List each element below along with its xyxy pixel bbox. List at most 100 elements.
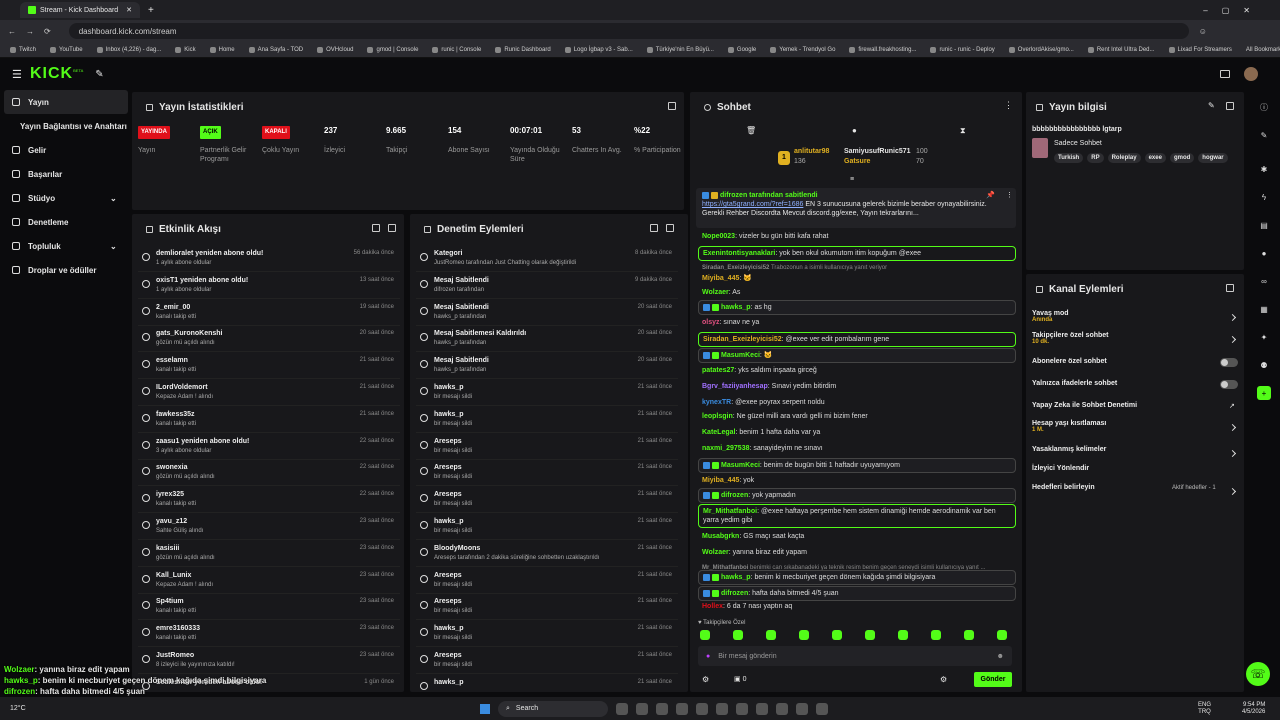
channel-action-item[interactable]: Yapay Zeka ile Sohbet Denetimi bbox=[1032, 402, 1137, 409]
chat-username[interactable]: Exenintontisyanaklari bbox=[703, 250, 775, 257]
back-icon[interactable]: ← bbox=[8, 27, 16, 36]
sidebar-item-0[interactable]: Yayın bbox=[4, 90, 128, 114]
list-item[interactable]: esselamn kanalı takip etti 21 saat önce bbox=[138, 353, 400, 380]
chat-message[interactable]: naxmi_297538: sanayideyim ne sınavı bbox=[698, 442, 1016, 455]
list-item[interactable]: Kall_Lunix Kepaze Adam ! alındı 23 saat ön… bbox=[138, 568, 400, 594]
chevron-down-icon[interactable]: ⌄ bbox=[110, 242, 117, 251]
popout-icon[interactable] bbox=[1226, 284, 1234, 292]
bookmark-item[interactable]: gmod | Console bbox=[367, 46, 418, 53]
list-item[interactable]: Areseps bir mesajı sildi 21 saat önce bbox=[416, 568, 678, 594]
send-button[interactable]: Gönder bbox=[974, 672, 1012, 687]
emote-icon[interactable] bbox=[898, 630, 908, 640]
channel-action-item[interactable]: İzleyici Yönlendir bbox=[1032, 465, 1089, 472]
chat-username[interactable]: olsyz bbox=[702, 319, 720, 326]
bookmark-item[interactable]: YouTube bbox=[50, 46, 83, 53]
tag-pill[interactable]: gmod bbox=[1169, 153, 1195, 163]
emote-icon[interactable] bbox=[832, 630, 842, 640]
emote-icon[interactable] bbox=[964, 630, 974, 640]
list-item[interactable]: hawks_p bir mesajı sildi 21 saat önce bbox=[416, 380, 678, 406]
chat-message[interactable]: kynexTR: @exee poyrax serpent noldu bbox=[698, 396, 1016, 409]
users-icon[interactable]: ⚉ bbox=[1257, 358, 1271, 372]
list-item[interactable]: hawks_p bir mesajı sildi 21 saat önce bbox=[416, 407, 678, 433]
chat-username[interactable]: Wolzaer bbox=[702, 549, 729, 556]
edit-icon[interactable]: ✎ bbox=[1208, 101, 1215, 110]
edit-icon[interactable]: ✎ bbox=[1257, 128, 1271, 142]
spotify-icon[interactable] bbox=[696, 702, 708, 715]
bug-icon[interactable]: ✱ bbox=[1257, 162, 1271, 176]
list-item[interactable]: oxisT1 yeniden abone oldu! 1 aylık abone … bbox=[138, 273, 400, 299]
chat-message[interactable]: Exenintontisyanaklari: yok ben okul okum… bbox=[698, 246, 1016, 261]
expand-icon[interactable]: ≡ bbox=[850, 176, 854, 183]
toggle-switch[interactable] bbox=[1220, 358, 1238, 367]
list-item[interactable]: swonexia gözün mü açıldı alındı 22 saat ön… bbox=[138, 460, 400, 487]
chat-input[interactable]: ● Bir mesaj gönderin ☻ bbox=[698, 646, 1012, 666]
list-item[interactable]: Mesaj Sabitlendi hawks_p tarafından 20 saa… bbox=[416, 353, 678, 380]
chat-username[interactable]: Bgrv_faziiyanhesap bbox=[702, 383, 768, 390]
github-icon[interactable] bbox=[736, 702, 748, 715]
list-item[interactable]: iyrex325 kanalı takip etti 22 saat önce bbox=[138, 487, 400, 514]
tag-pill[interactable]: Roleplay bbox=[1107, 153, 1141, 163]
sidebar-item-7[interactable]: Droplar ve ödüller bbox=[0, 258, 128, 282]
list-item[interactable]: emre3160333 kanalı takip etti 23 saat önce bbox=[138, 621, 400, 648]
chat-username[interactable]: KateLegal bbox=[702, 429, 735, 436]
chat-username[interactable]: difrozen bbox=[721, 492, 748, 499]
tag-pill[interactable]: Turkish bbox=[1054, 153, 1084, 163]
browser-tab[interactable]: Stream - Kick Dashboard ✕ bbox=[20, 2, 140, 18]
chat-username[interactable]: Miyiba_445 bbox=[702, 477, 739, 484]
steam-icon[interactable] bbox=[756, 702, 768, 715]
language-indicator[interactable]: ENG TRQ bbox=[1198, 702, 1211, 716]
chat-username[interactable]: kynexTR bbox=[702, 399, 731, 406]
bookmark-item[interactable]: Ana Sayfa - TOD bbox=[248, 46, 303, 53]
list-item[interactable]: 2_emir_00 kanalı takip etti 19 saat önce bbox=[138, 300, 400, 326]
bookmark-item[interactable]: Yemek - Trendyol Go bbox=[770, 46, 835, 53]
sidebar-item-3[interactable]: Başarılar bbox=[0, 162, 128, 186]
sidebar-item-5[interactable]: Denetleme bbox=[0, 210, 128, 234]
vscode-icon[interactable] bbox=[776, 702, 788, 715]
list-item[interactable]: Areseps bir mesajı sildi 21 saat önce bbox=[416, 434, 678, 460]
list-item[interactable]: Areseps bir mesajı sildi 21 saat önce bbox=[416, 460, 678, 487]
hourglass-icon[interactable]: ⧗ bbox=[960, 126, 966, 136]
store-icon[interactable] bbox=[636, 702, 648, 715]
address-bar[interactable]: dashboard.kick.com/stream bbox=[68, 23, 1189, 39]
chat-message[interactable]: Wolzaer: As bbox=[698, 286, 1016, 299]
chat-message[interactable]: Miyiba_445: yok bbox=[698, 474, 1016, 487]
emote-icon[interactable] bbox=[799, 630, 809, 640]
channel-action-item[interactable]: Takipçilere özel sohbet 10 dk. bbox=[1032, 332, 1109, 345]
reload-icon[interactable]: ⟳ bbox=[44, 27, 51, 36]
chat-username[interactable]: hawks_p bbox=[721, 574, 751, 581]
toggle-switch[interactable] bbox=[1220, 380, 1238, 389]
category-thumbnail[interactable] bbox=[1032, 138, 1048, 158]
chat-username[interactable]: hawks_p bbox=[721, 304, 751, 311]
kick-logo[interactable]: KICK bbox=[30, 65, 73, 83]
mic-icon[interactable]: ● bbox=[706, 653, 710, 660]
tag-pill[interactable]: RP bbox=[1087, 153, 1104, 163]
chrome-icon[interactable] bbox=[716, 702, 728, 715]
chat-message[interactable]: difrozen: yok yapmadın bbox=[698, 488, 1016, 503]
list-item[interactable]: Sp4tium kanalı takip etti 23 saat önce bbox=[138, 594, 400, 621]
app-icon[interactable] bbox=[816, 702, 828, 715]
bookmark-item[interactable]: Lixad For Streamers bbox=[1168, 46, 1232, 53]
bookmark-item[interactable]: Home bbox=[209, 46, 235, 53]
chat-message[interactable]: Hollex: 6 da 7 nası yaptın aq bbox=[698, 600, 1016, 613]
list-item[interactable]: BloodyMoons Areseps tarafından 2 dakika s… bbox=[416, 541, 678, 567]
list-item[interactable]: ILordVoldemort Kepaze Adam ! alındı 21 saa… bbox=[138, 380, 400, 406]
chat-username[interactable]: leoplsgin bbox=[702, 413, 733, 420]
channel-action-item[interactable]: Hesap yaşı kısıtlaması 1 M. bbox=[1032, 420, 1106, 433]
studio-icon[interactable] bbox=[1220, 70, 1230, 78]
emote-icon[interactable] bbox=[700, 630, 710, 640]
chat-message[interactable]: MasumKeci: benim de bugün bitti 1 haftad… bbox=[698, 458, 1016, 473]
chat-username[interactable]: MasumKeci bbox=[721, 352, 760, 359]
chat-username[interactable]: naxmi_297538 bbox=[702, 445, 749, 452]
chat-settings-icon[interactable]: ⚙ bbox=[940, 675, 947, 684]
list-item[interactable]: demlioralet yeniden abone oldu! 1 aylık a… bbox=[138, 246, 400, 272]
bookmark-item[interactable]: Türkiye'nin En Büyü... bbox=[646, 46, 714, 53]
bookmark-item[interactable]: Inbox (4,226) - dag... bbox=[96, 46, 161, 53]
chat-username[interactable]: difrozen bbox=[721, 590, 748, 597]
chat-message[interactable]: Musabgrkn: GS maçı saat kaçta bbox=[698, 530, 1016, 543]
chat-username[interactable]: Wolzaer bbox=[702, 289, 729, 296]
chevron-down-icon[interactable]: ⌄ bbox=[110, 194, 117, 203]
bookmark-item[interactable]: Twitch bbox=[10, 46, 36, 53]
folder-icon[interactable] bbox=[616, 702, 628, 715]
list-item[interactable]: yavu_z12 Sahte Güliş alındı 23 saat önce bbox=[138, 514, 400, 540]
info-icon[interactable]: ⓘ bbox=[1257, 100, 1271, 114]
